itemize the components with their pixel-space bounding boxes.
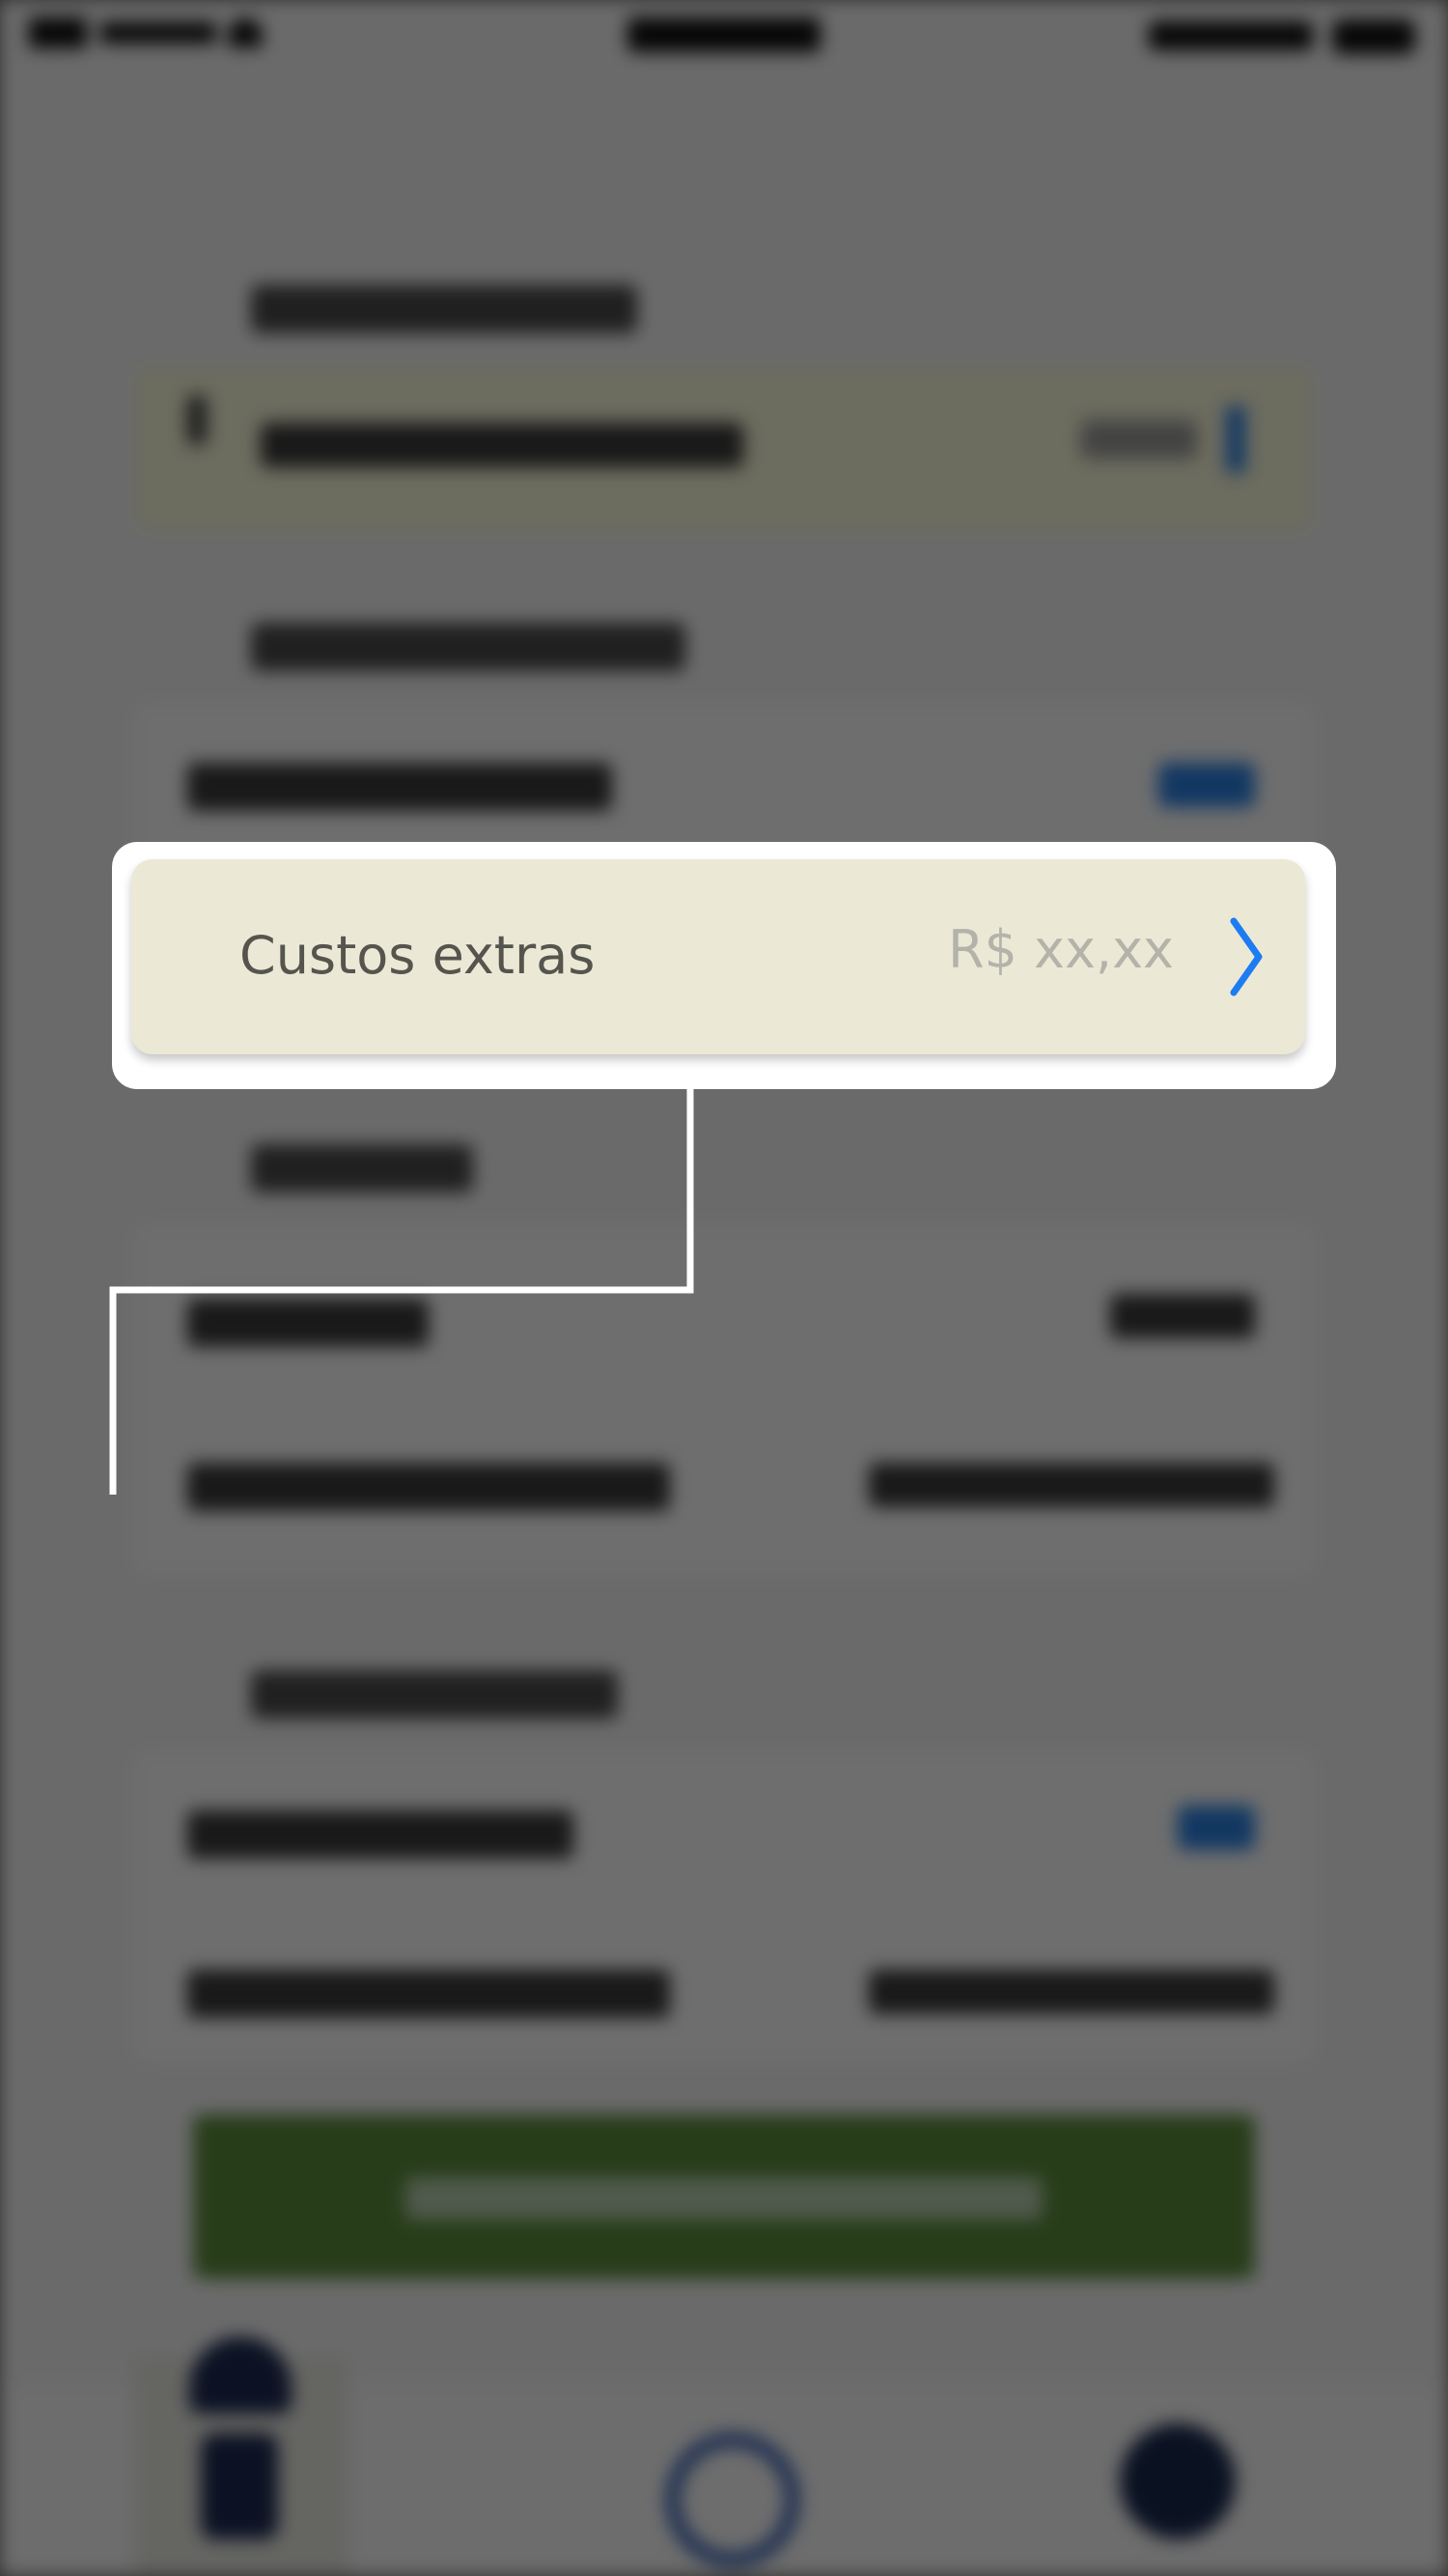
chevron-right-icon xyxy=(1230,917,1263,996)
custos-extras-row[interactable]: Custos extras R$ xx,xx xyxy=(131,859,1305,1054)
dim-overlay xyxy=(0,0,1448,2576)
custos-extras-value: R$ xx,xx xyxy=(947,919,1174,980)
custos-extras-label: Custos extras xyxy=(239,925,596,986)
